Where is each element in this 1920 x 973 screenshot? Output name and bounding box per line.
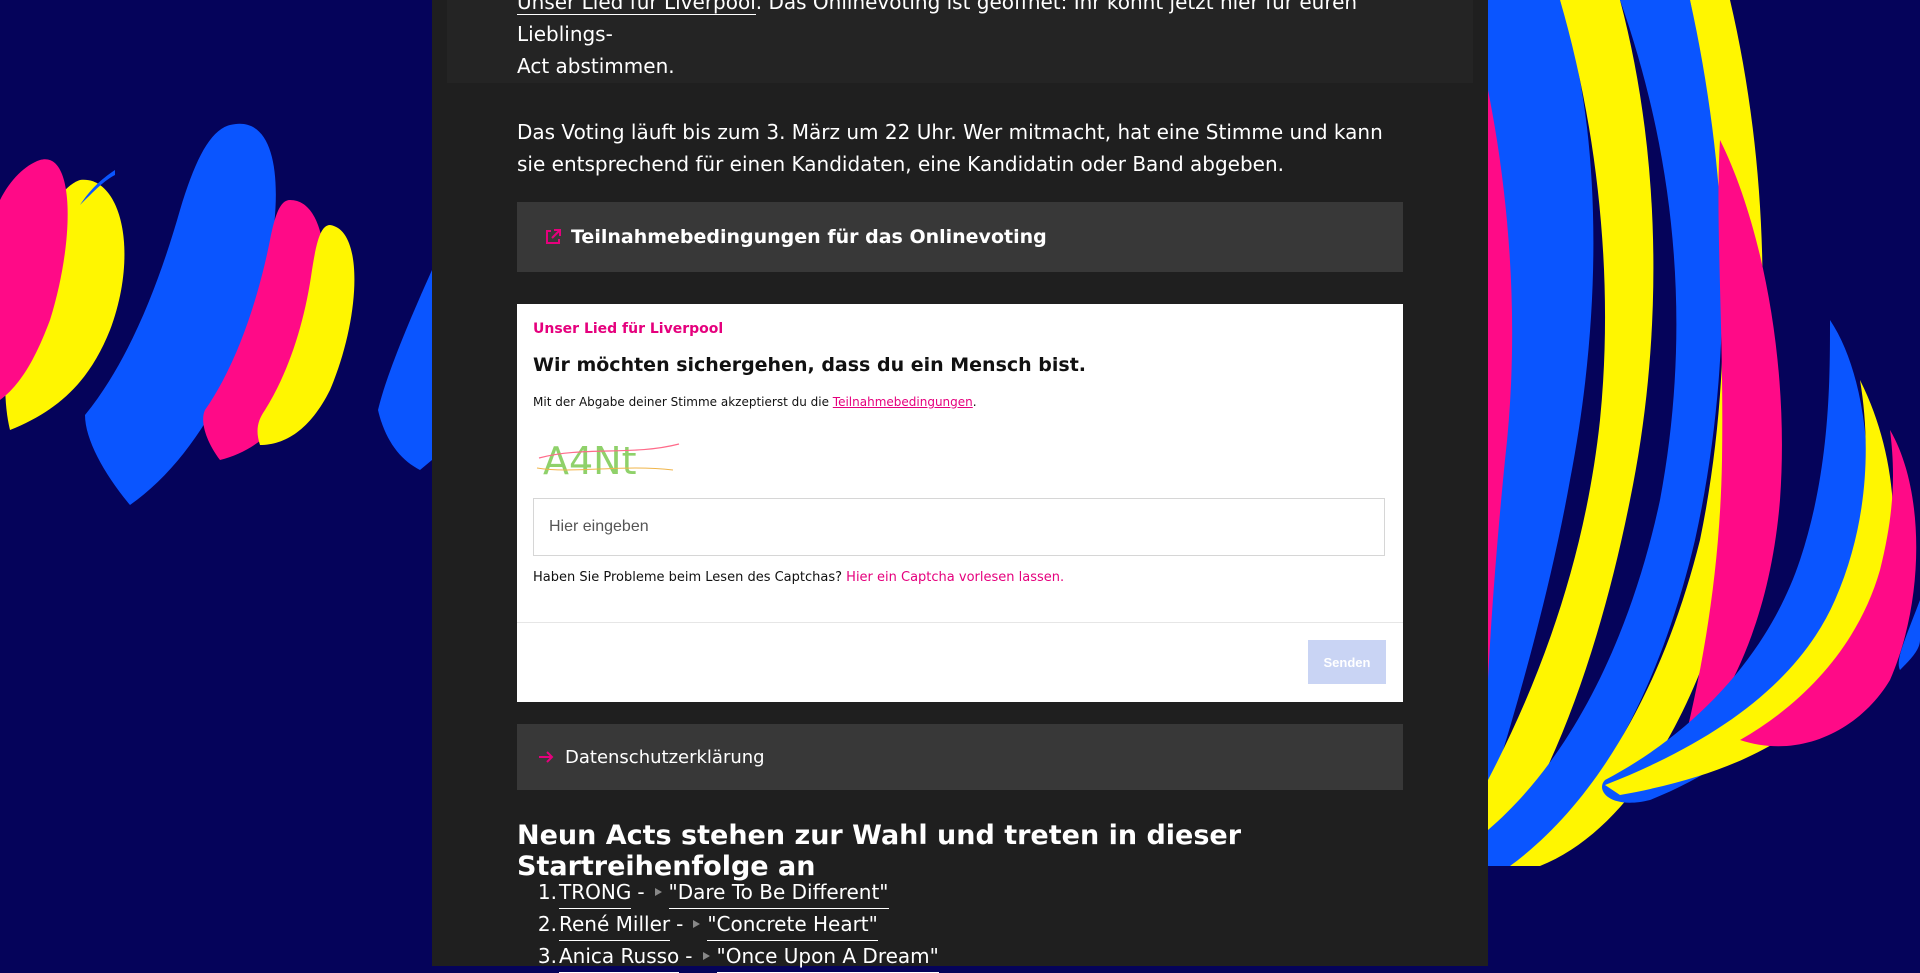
captcha-help-text: Haben Sie Probleme beim Lesen des Captch…: [533, 570, 843, 585]
vote-form-heading: Wir möchten sichergehen, dass du ein Men…: [533, 354, 1087, 376]
play-icon[interactable]: [701, 951, 711, 961]
privacy-link-label[interactable]: Datenschutzerklärung: [565, 747, 765, 768]
arrow-right-icon: [539, 751, 554, 763]
intro-text-line2: Act abstimmen.: [517, 54, 675, 78]
captcha-input[interactable]: [533, 498, 1385, 556]
act-separator: -: [685, 944, 693, 968]
vote-form-terms: Mit der Abgabe deiner Stimme akzeptierst…: [533, 395, 977, 409]
act-item: 1. TRONG - "Dare To Be Different": [517, 876, 1407, 909]
act-name-link[interactable]: René Miller: [559, 908, 671, 941]
play-icon[interactable]: [691, 919, 701, 929]
act-number: 3.: [537, 944, 557, 968]
captcha-audio-link[interactable]: Hier ein Captcha vorlesen lassen.: [846, 570, 1064, 585]
act-song-link[interactable]: "Once Upon A Dream": [716, 940, 939, 973]
intro-link[interactable]: Unser Lied für Liverpool: [517, 0, 756, 15]
act-item: 3. Anica Russo - "Once Upon A Dream": [517, 940, 1407, 973]
acts-heading: Neun Acts stehen zur Wahl und treten in …: [517, 820, 1242, 882]
acts-list: 1. TRONG - "Dare To Be Different" 2. Ren…: [517, 876, 1407, 973]
external-link-icon: [546, 229, 561, 244]
conditions-link-label[interactable]: Teilnahmebedingungen für das Onlinevotin…: [571, 226, 1047, 248]
captcha-help: Haben Sie Probleme beim Lesen des Captch…: [533, 570, 1064, 585]
captcha-text: A4Nt: [543, 439, 637, 483]
terms-prefix: Mit der Abgabe deiner Stimme akzeptierst…: [533, 395, 829, 409]
terms-link[interactable]: Teilnahmebedingungen: [833, 395, 973, 409]
voting-info-paragraph: Das Voting läuft bis zum 3. März um 22 U…: [517, 120, 1383, 176]
act-name-link[interactable]: TRONG: [559, 876, 632, 909]
act-item: 2. René Miller - "Concrete Heart": [517, 908, 1407, 941]
form-divider: [517, 622, 1403, 623]
vote-form: Unser Lied für Liverpool Wir möchten sic…: [517, 304, 1403, 702]
play-icon[interactable]: [653, 887, 663, 897]
act-number: 1.: [537, 880, 557, 904]
act-number: 2.: [537, 912, 557, 936]
privacy-link-box[interactable]: Datenschutzerklärung: [517, 724, 1403, 790]
captcha-image: A4Nt: [536, 439, 680, 483]
act-separator: -: [676, 912, 684, 936]
act-song-link[interactable]: "Concrete Heart": [707, 908, 878, 941]
intro-text: Unser Lied für Liverpool. Das Onlinevoti…: [517, 0, 1407, 82]
conditions-link-box[interactable]: Teilnahmebedingungen für das Onlinevotin…: [517, 202, 1403, 272]
act-name-link[interactable]: Anica Russo: [559, 940, 680, 973]
vote-form-brand: Unser Lied für Liverpool: [533, 321, 724, 337]
send-button[interactable]: Senden: [1308, 640, 1386, 684]
act-song-link[interactable]: "Dare To Be Different": [668, 876, 889, 909]
act-separator: -: [637, 880, 645, 904]
terms-suffix: .: [972, 395, 977, 409]
